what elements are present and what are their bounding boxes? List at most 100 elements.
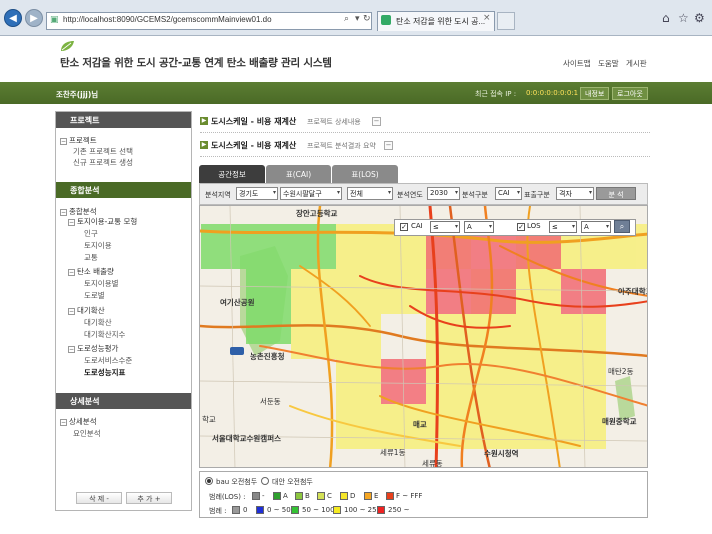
section-sub-1[interactable]: 프로젝트 상세내용 xyxy=(307,117,361,127)
new-tab-button[interactable] xyxy=(497,12,515,30)
cai-legend-item: 100 ~ 250 xyxy=(344,506,382,514)
cai-legend-item: 0 xyxy=(243,506,248,514)
tree-item-by-road[interactable]: 도로별 xyxy=(84,290,105,301)
cai-label: CAI xyxy=(411,222,423,230)
tree-item-new-project[interactable]: 신규 프로젝트 생성 xyxy=(73,157,133,168)
ip-label: 최근 접속 IP : xyxy=(475,90,517,98)
sitemap-link[interactable]: 사이트맵 xyxy=(563,58,591,69)
province-select[interactable]: 경기도 xyxy=(236,187,278,200)
tree-item-landuse[interactable]: 토지이용 xyxy=(84,240,112,251)
back-button[interactable]: ◀ xyxy=(4,9,22,27)
home-icon[interactable]: ⌂ xyxy=(662,11,670,25)
expand-icon[interactable]: − xyxy=(384,141,393,150)
collapse-icon[interactable]: − xyxy=(68,269,75,276)
cai-checkbox[interactable]: ✓ xyxy=(400,223,408,231)
los-checkbox[interactable]: ✓ xyxy=(517,223,525,231)
tree-project-root[interactable]: − 프로젝트 xyxy=(60,135,97,146)
my-info-button[interactable]: 내정보 xyxy=(580,87,610,100)
tree-item-by-landuse[interactable]: 토지이용별 xyxy=(84,278,119,289)
dropdown-icon[interactable]: ▾ xyxy=(355,14,360,24)
settings-gear-icon[interactable]: ⚙ xyxy=(694,11,705,25)
los-label: LOS xyxy=(527,222,541,230)
tree-item-dispersion-index[interactable]: 대기확산지수 xyxy=(84,329,125,340)
tree-item-existing-project[interactable]: 기존 프로젝트 선택 xyxy=(73,146,133,157)
logo-leaf-icon xyxy=(61,41,74,51)
map-label-seryu: 세류동 xyxy=(422,459,443,468)
cai-operator-select[interactable]: ≤ xyxy=(430,221,460,233)
los-swatch-a xyxy=(273,492,281,500)
collapse-icon[interactable]: − xyxy=(68,308,75,315)
year-label: 분석연도 xyxy=(397,191,423,199)
section-arrow-icon: ▶ xyxy=(200,141,208,149)
tree-item-road-service-level[interactable]: 도로서비스수준 xyxy=(84,355,132,366)
cai-value-select[interactable]: A xyxy=(464,221,494,233)
favorites-star-icon[interactable]: ☆ xyxy=(678,11,689,25)
tree-group-road-performance[interactable]: − 도로성능평가 xyxy=(68,343,118,354)
cai-swatch-50 xyxy=(256,506,264,514)
display-label: 표출구분 xyxy=(524,191,550,199)
tree-item-factor-analysis[interactable]: 요인분석 xyxy=(73,428,101,439)
section-arrow-icon: ▶ xyxy=(200,117,208,125)
section-sub-2[interactable]: 프로젝트 분석결과 요약 xyxy=(307,141,376,151)
map-label-seodun: 서둔동 xyxy=(260,397,281,406)
city-select[interactable]: 수원시팔달구 xyxy=(280,187,342,200)
cai-swatch-250 xyxy=(333,506,341,514)
delete-button[interactable]: 삭 제 - xyxy=(76,492,122,504)
year-select[interactable]: 2030 xyxy=(427,187,460,200)
tree-detail-root[interactable]: − 상세분석 xyxy=(60,416,97,427)
tree-group-carbon[interactable]: − 탄소 배출량 xyxy=(68,266,114,277)
search-icon[interactable]: ⌕ xyxy=(344,14,349,24)
region-label: 분석지역 xyxy=(205,191,231,199)
tab-spatial-info[interactable]: 공간정보 xyxy=(199,165,265,183)
los-legend-label: 범례(LOS) : xyxy=(209,493,246,501)
browser-tab[interactable]: 탄소 저감을 위한 도시 공... xyxy=(377,11,495,31)
tab-cai-table[interactable]: 표(CAI) xyxy=(266,165,331,183)
collapse-icon[interactable]: − xyxy=(68,346,75,353)
map-label-snu-suwon: 서울대학교수원캠퍼스 xyxy=(212,434,281,443)
display-select[interactable]: 격자 xyxy=(556,187,594,200)
collapse-icon[interactable]: − xyxy=(60,209,67,216)
tree-item-dispersion[interactable]: 대기확산 xyxy=(84,317,112,328)
collapse-icon[interactable]: − xyxy=(60,138,67,145)
map-label-ajou: 아주대학교 xyxy=(618,287,647,296)
divider xyxy=(200,156,650,157)
bau-radio[interactable] xyxy=(205,477,213,485)
refresh-icon[interactable]: ↻ xyxy=(363,14,371,24)
tree-item-road-performance-index[interactable]: 도로성능지표 xyxy=(84,367,125,378)
site-title: 탄소 저감을 위한 도시 공간-교통 연계 탄소 배출량 관리 시스템 xyxy=(60,57,332,69)
map-label-maegyo: 매교 xyxy=(413,420,427,429)
map-search-icon[interactable]: ⌕ xyxy=(614,220,630,233)
tree-group-dispersion[interactable]: − 대기확산 xyxy=(68,305,105,316)
tree-group-landuse-traffic[interactable]: − 토지이용-교통 모형 xyxy=(68,216,137,227)
analyze-button[interactable]: 분 석 xyxy=(596,187,636,200)
map-label-school: 학교 xyxy=(202,415,216,424)
tree-item-traffic[interactable]: 교통 xyxy=(84,252,98,263)
logout-button[interactable]: 로그아웃 xyxy=(612,87,648,100)
collapse-icon[interactable]: − xyxy=(68,219,75,226)
tab-los-table[interactable]: 표(LOS) xyxy=(332,165,398,183)
alt-radio[interactable] xyxy=(261,477,269,485)
cai-swatch-100 xyxy=(291,506,299,514)
forward-button[interactable]: ▶ xyxy=(25,9,43,27)
address-bar[interactable]: http://localhost:8090/GCEMS2/gcemscommMa… xyxy=(46,12,372,30)
alt-label: 대안 오전첨두 xyxy=(272,478,313,486)
map-label-suwon-cityhall: 수원시청역 xyxy=(484,449,519,458)
map-label-seryu1: 세류1동 xyxy=(380,448,406,457)
cai-legend-item: 0 ~ 50 xyxy=(267,506,291,514)
tab-close-icon[interactable]: × xyxy=(483,13,491,23)
help-link[interactable]: 도움말 xyxy=(598,58,619,69)
collapse-icon[interactable]: − xyxy=(60,419,67,426)
expand-icon[interactable]: − xyxy=(372,117,381,126)
sidebar-head-analysis: 종합분석 xyxy=(56,182,191,198)
tree-item-population[interactable]: 인구 xyxy=(84,228,98,239)
type-label: 분석구분 xyxy=(462,191,488,199)
los-operator-select[interactable]: ≤ xyxy=(549,221,577,233)
board-link[interactable]: 게시판 xyxy=(626,58,647,69)
add-button[interactable]: 추 가 + xyxy=(126,492,172,504)
type-select[interactable]: CAI xyxy=(495,187,522,200)
dong-select[interactable]: 전체 xyxy=(347,187,393,200)
los-value-select[interactable]: A xyxy=(581,221,611,233)
cai-swatch-0 xyxy=(232,506,240,514)
map-view[interactable]: 장안고등학교 여기산공원 농촌진흥청 서둔동 학교 서울대학교수원캠퍼스 매교 … xyxy=(199,205,648,468)
map-label-maewon: 매원중학교 xyxy=(602,417,637,426)
